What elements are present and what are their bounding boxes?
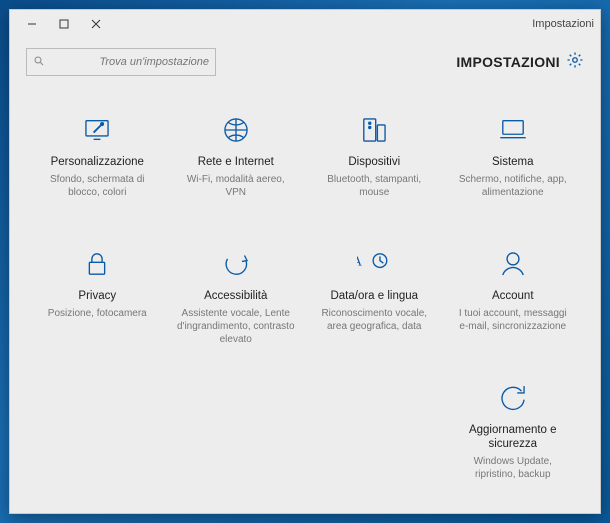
tile-desc: Windows Update, ripristino, backup — [454, 455, 572, 481]
lock-icon — [80, 246, 114, 282]
svg-text:A: A — [357, 254, 362, 269]
tile-title: Dispositivi — [348, 156, 400, 170]
page-title: IMPOSTAZIONI — [456, 54, 560, 70]
header: IMPOSTAZIONI — [10, 38, 600, 82]
tile-title: Account — [492, 290, 534, 304]
laptop-icon — [496, 112, 530, 148]
tile-desc: Posizione, fotocamera — [48, 307, 147, 320]
tile-title: Rete e Internet — [198, 156, 274, 170]
search-box[interactable] — [26, 48, 216, 76]
maximize-button[interactable] — [48, 10, 80, 38]
tile-privacy[interactable]: Privacy Posizione, fotocamera — [33, 246, 161, 320]
accessibility-icon — [219, 246, 253, 282]
tile-system[interactable]: Sistema Schermo, notifiche, app, aliment… — [449, 112, 577, 199]
tile-devices[interactable]: Dispositivi Bluetooth, stampanti, mouse — [310, 112, 438, 199]
tile-desc: Bluetooth, stampanti, mouse — [315, 173, 433, 199]
update-icon — [496, 380, 530, 416]
tile-title: Personalizzazione — [51, 156, 144, 170]
tile-title: Sistema — [492, 156, 534, 170]
tile-accessibility[interactable]: Accessibilità Assistente vocale, Lente d… — [172, 246, 300, 346]
tile-desc: Sfondo, schermata di blocco, colori — [38, 173, 156, 199]
settings-window: Impostazioni IMPOSTAZIONI — [9, 9, 601, 514]
window-title: Impostazioni — [532, 18, 594, 30]
tile-personalization[interactable]: Personalizzazione Sfondo, schermata di b… — [33, 112, 161, 199]
tile-title: Accessibilità — [204, 290, 267, 304]
gear-icon — [566, 51, 584, 74]
devices-icon — [357, 112, 391, 148]
tile-title: Data/ora e lingua — [330, 290, 418, 304]
search-input[interactable] — [51, 56, 209, 68]
tile-title: Aggiornamento e sicurezza — [449, 424, 577, 452]
globe-icon — [219, 112, 253, 148]
settings-grid: Sistema Schermo, notifiche, app, aliment… — [10, 82, 600, 520]
person-icon — [496, 246, 530, 282]
tile-update-security[interactable]: Aggiornamento e sicurezza Windows Update… — [449, 380, 577, 481]
minimize-button[interactable] — [16, 10, 48, 38]
tile-title: Privacy — [78, 290, 116, 304]
titlebar: Impostazioni — [10, 10, 600, 38]
personalize-icon — [80, 112, 114, 148]
tile-desc: Assistente vocale, Lente d'ingrandimento… — [177, 307, 295, 346]
tile-desc: Schermo, notifiche, app, alimentazione — [454, 173, 572, 199]
tile-desc: Wi-Fi, modalità aereo, VPN — [177, 173, 295, 199]
tile-desc: Riconoscimento vocale, area geografica, … — [315, 307, 433, 333]
search-icon — [33, 55, 45, 70]
tile-network[interactable]: Rete e Internet Wi-Fi, modalità aereo, V… — [172, 112, 300, 199]
tile-time-language[interactable]: A Data/ora e lingua Riconoscimento vocal… — [310, 246, 438, 333]
time-language-icon: A — [357, 246, 391, 282]
close-button[interactable] — [80, 10, 112, 38]
tile-accounts[interactable]: Account I tuoi account, messaggi e-mail,… — [449, 246, 577, 333]
tile-desc: I tuoi account, messaggi e-mail, sincron… — [454, 307, 572, 333]
